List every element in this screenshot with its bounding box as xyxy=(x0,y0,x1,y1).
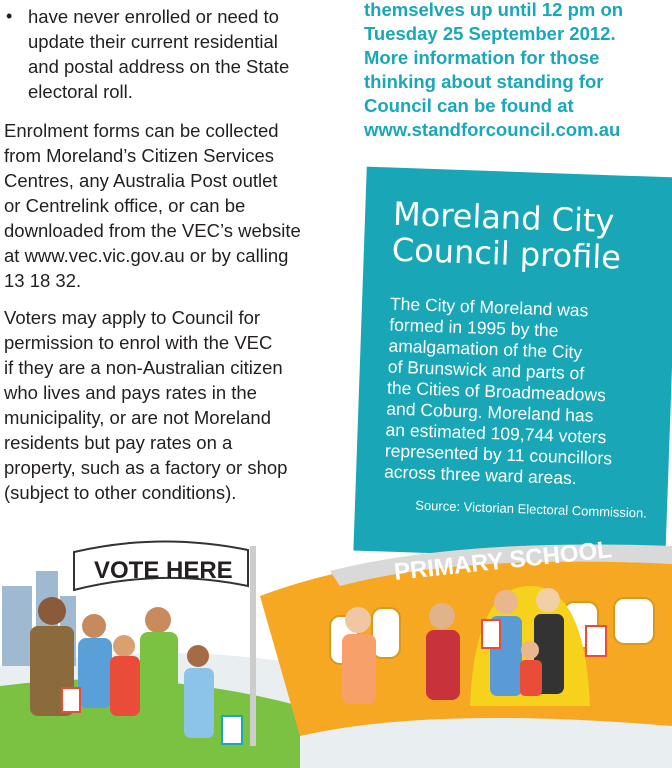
bullet-item: • have never enrolled or need to update … xyxy=(4,4,324,104)
paragraph-line: municipality, or are not Moreland xyxy=(4,407,272,428)
paragraph-line: Centres, any Australia Post outlet xyxy=(4,170,278,191)
paragraph-line: who lives and pays rates in the xyxy=(4,382,257,403)
paragraph-line: downloaded from the VEC’s website xyxy=(4,220,301,241)
paragraph-line: (subject to other conditions). xyxy=(4,482,237,503)
website-link[interactable]: www.standforcouncil.com.au xyxy=(364,118,664,142)
info-line: themselves up until 12 pm on xyxy=(364,0,624,20)
paragraph-line: Enrolment forms can be collected xyxy=(4,120,279,141)
council-profile-box: Moreland City Council profile The City o… xyxy=(353,166,672,562)
enrolment-paragraph: Enrolment forms can be collected from Mo… xyxy=(4,118,324,293)
paragraph-line: 13 18 32. xyxy=(4,270,82,291)
bullet-line: electoral roll. xyxy=(28,81,133,102)
paragraph-line: permission to enrol with the VEC xyxy=(4,332,273,353)
standing-info-text: themselves up until 12 pm on Tuesday 25 … xyxy=(364,0,664,142)
sign-pole xyxy=(250,546,256,746)
info-line: thinking about standing for xyxy=(364,71,604,92)
paragraph-line: Voters may apply to Council for xyxy=(4,307,261,328)
info-line: Council can be found at xyxy=(364,95,574,116)
voters-paragraph: Voters may apply to Council for permissi… xyxy=(4,305,324,505)
paragraph-line: property, such as a factory or shop xyxy=(4,457,288,478)
bullet-line: and postal address on the State xyxy=(28,56,290,77)
paragraph-line: from Moreland’s Citizen Services xyxy=(4,145,275,166)
paragraph-line: if they are a non-Australian citizen xyxy=(4,357,283,378)
bullet-line: update their current residential xyxy=(28,31,278,52)
paragraph-line: residents but pay rates on a xyxy=(4,432,233,453)
left-column: • have never enrolled or need to update … xyxy=(4,4,324,517)
bullet-line: have never enrolled or need to xyxy=(28,6,279,27)
profile-body: The City of Moreland was formed in 1995 … xyxy=(384,294,660,492)
school-building xyxy=(260,551,672,736)
vote-here-text: VOTE HERE xyxy=(94,557,233,584)
info-line: Tuesday 25 September 2012. xyxy=(364,23,616,44)
info-line: More information for those xyxy=(364,47,600,68)
paragraph-line: or Centrelink office, or can be xyxy=(4,195,246,216)
profile-title: Moreland City Council profile xyxy=(391,195,663,277)
voting-illustration: PRIMARY SCHOOL VOTE HERE xyxy=(0,536,672,768)
bullet-dot-icon: • xyxy=(6,6,13,26)
paragraph-line: at www.vec.vic.gov.au or by calling xyxy=(4,245,289,266)
